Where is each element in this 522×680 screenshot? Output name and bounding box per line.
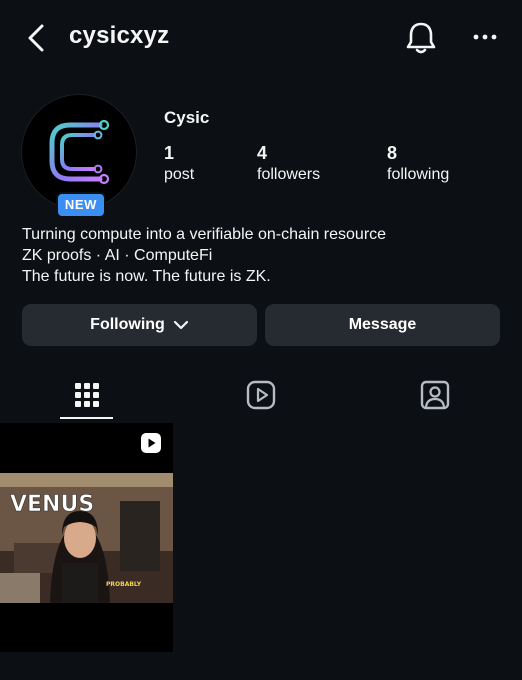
stat-followers-label: followers	[257, 166, 321, 183]
stat-posts-count: 1	[164, 143, 175, 163]
message-button-label: Message	[348, 316, 417, 333]
thumbnail-caption: PROBABLY	[106, 581, 142, 588]
bio-line: The future is now. The future is ZK.	[22, 268, 271, 285]
following-button-label: Following	[90, 316, 165, 333]
active-tab-indicator	[60, 417, 113, 419]
back-arrow-icon[interactable]	[22, 22, 50, 54]
stat-following-count: 8	[387, 143, 398, 163]
reel-play-icon	[140, 432, 162, 454]
new-badge: NEW	[56, 192, 106, 218]
post-thumbnail[interactable]: VENUS PROBABLY	[0, 423, 173, 652]
message-button[interactable]: Message	[265, 304, 500, 346]
stat-followers[interactable]: 4 followers	[257, 143, 320, 184]
stat-following[interactable]: 8 following	[387, 143, 449, 184]
stat-posts-label: post	[164, 166, 195, 183]
tab-tagged[interactable]	[348, 372, 522, 418]
stat-following-label: following	[387, 166, 450, 183]
bio-line: Turning compute into a verifiable on-cha…	[22, 226, 387, 243]
thumbnail-title: VENUS	[10, 492, 94, 517]
stat-followers-count: 4	[257, 143, 268, 163]
bio-line: ZK proofs · AI · ComputeFi	[22, 247, 213, 264]
tab-reels[interactable]	[174, 372, 348, 418]
display-name: Cysic	[164, 108, 210, 127]
notification-bell-icon[interactable]	[404, 20, 438, 56]
profile-bio: Turning compute into a verifiable on-cha…	[22, 224, 502, 287]
tab-posts-grid[interactable]	[0, 372, 174, 418]
chevron-down-icon	[173, 320, 188, 330]
stat-posts: 1 post	[164, 143, 194, 184]
profile-username: cysicxyz	[69, 22, 170, 49]
grid-icon	[75, 383, 99, 407]
reels-icon	[246, 380, 276, 410]
tagged-icon	[420, 380, 450, 410]
following-button[interactable]: Following	[22, 304, 257, 346]
reel-thumbnail-image: VENUS PROBABLY	[0, 423, 173, 652]
more-options-icon[interactable]	[470, 26, 500, 48]
